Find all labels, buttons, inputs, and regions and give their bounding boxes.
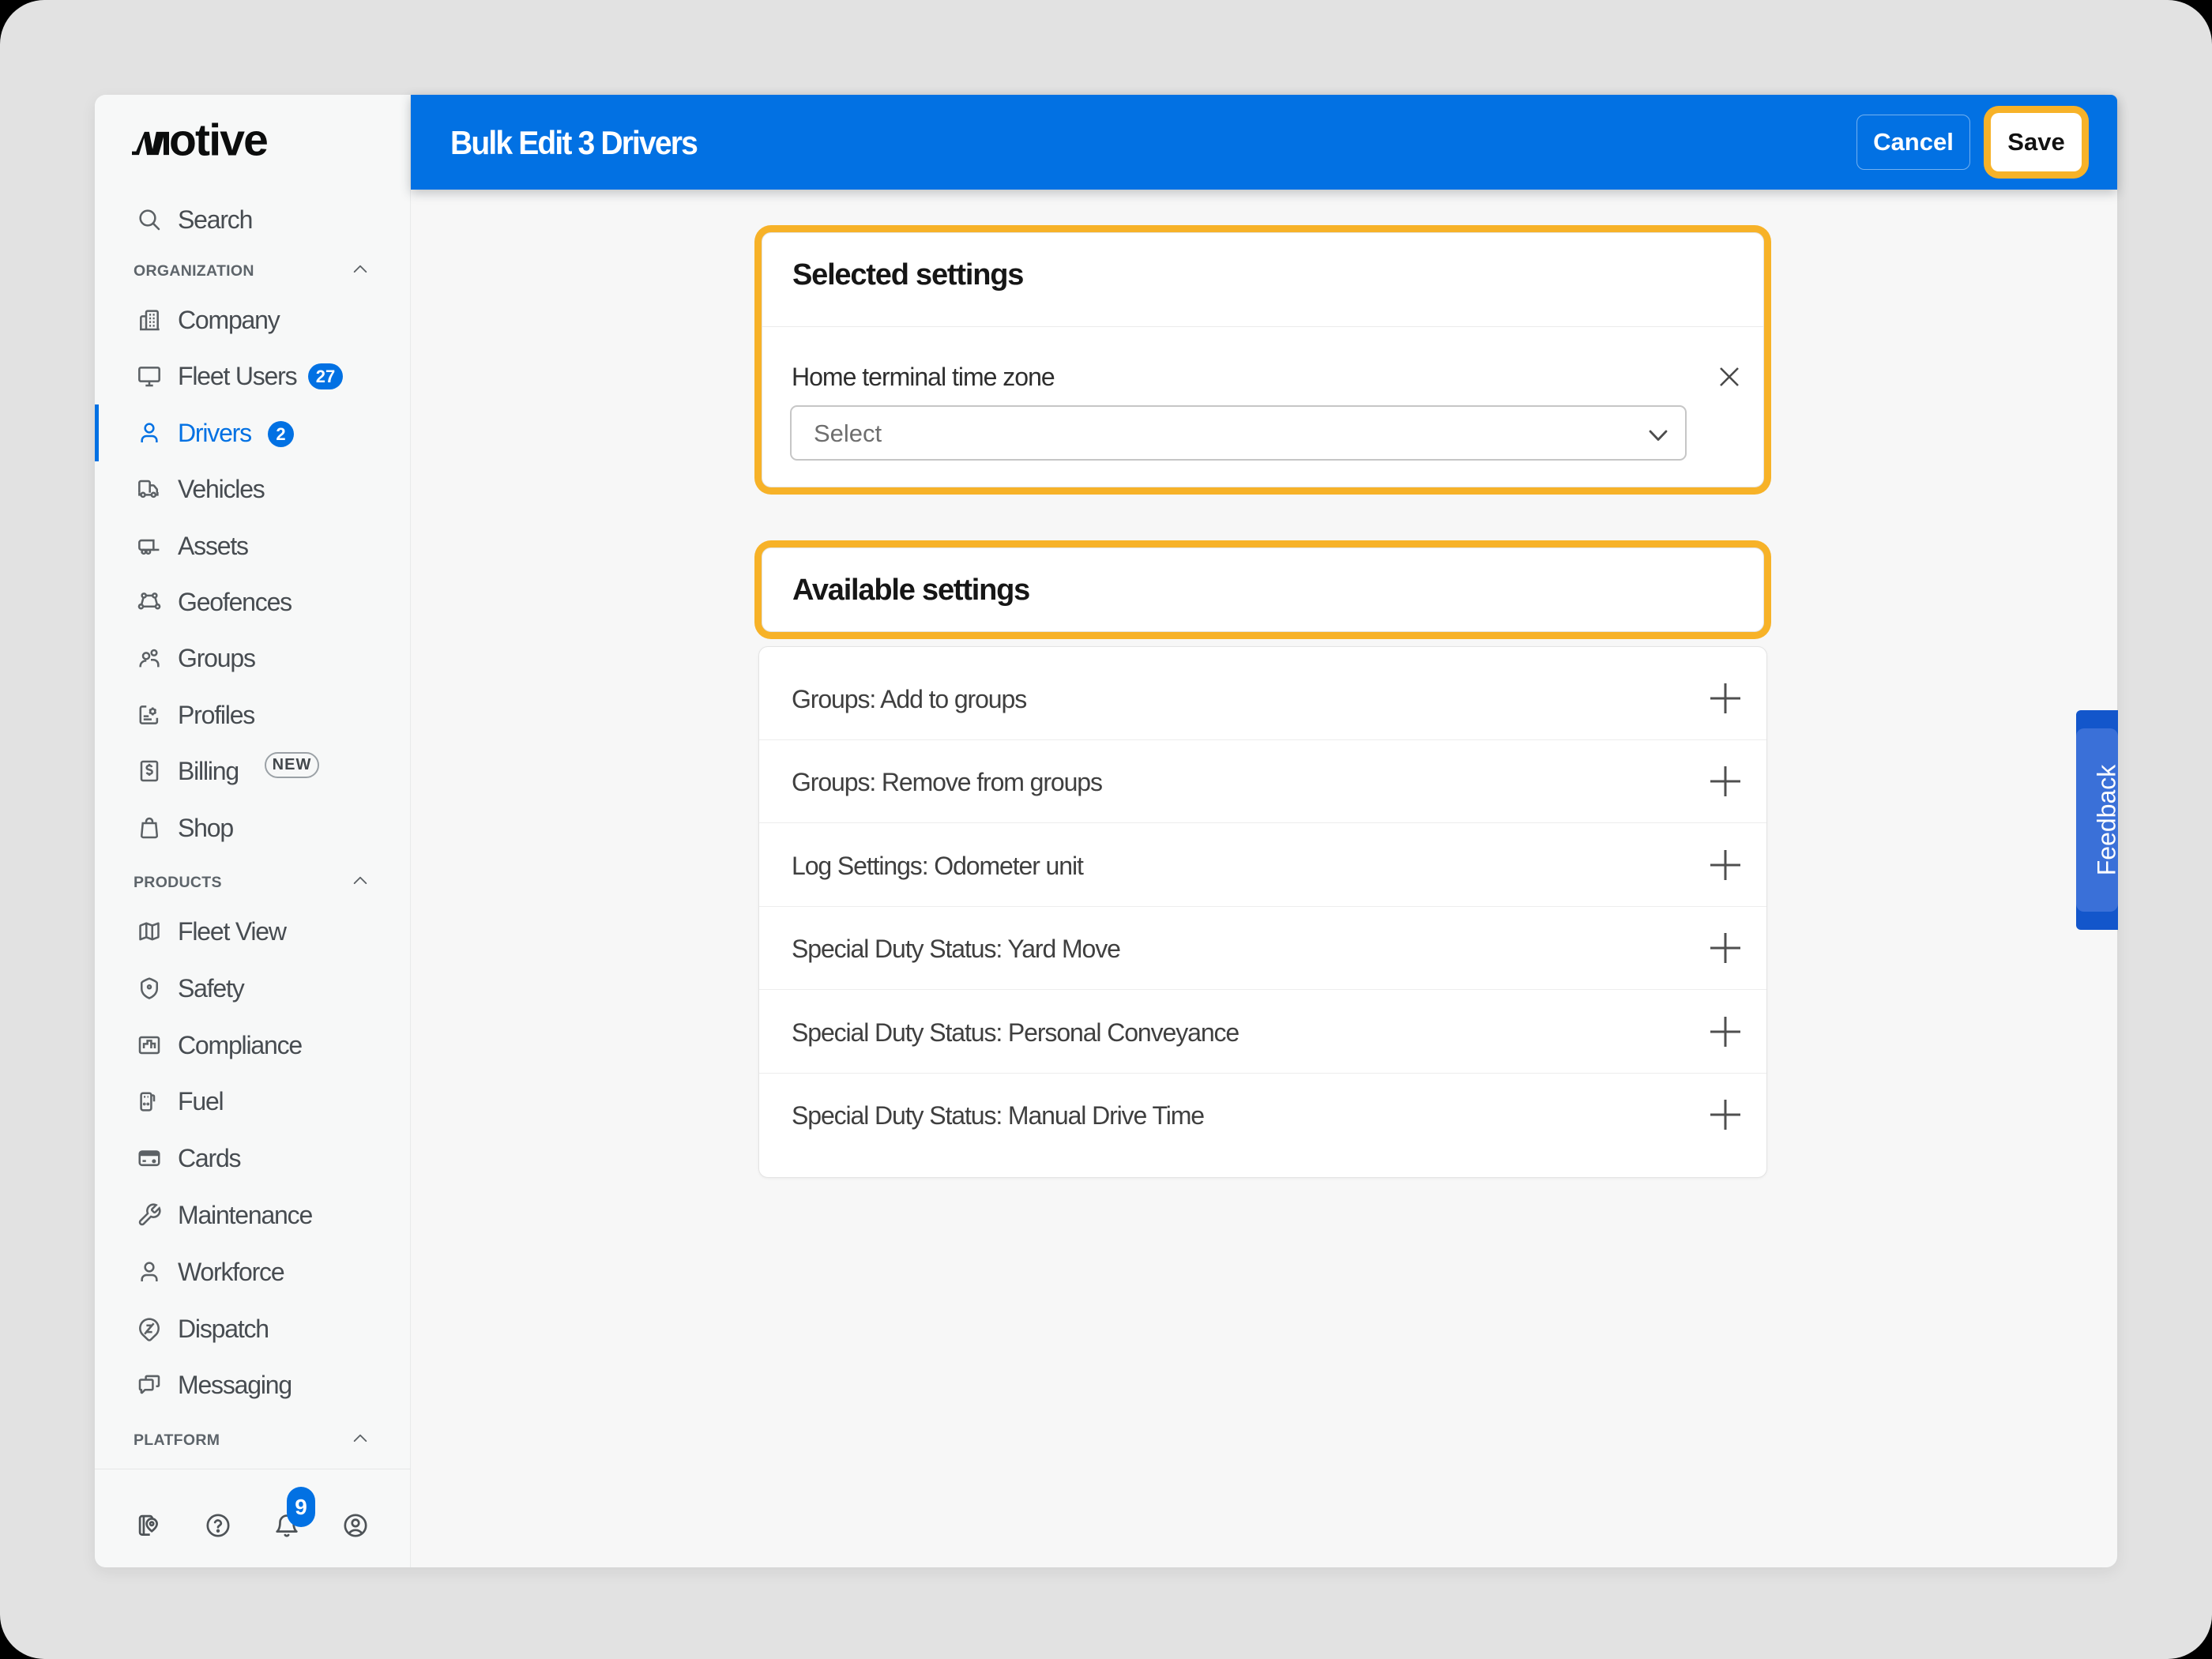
svg-text:otive: otive: [169, 118, 267, 160]
